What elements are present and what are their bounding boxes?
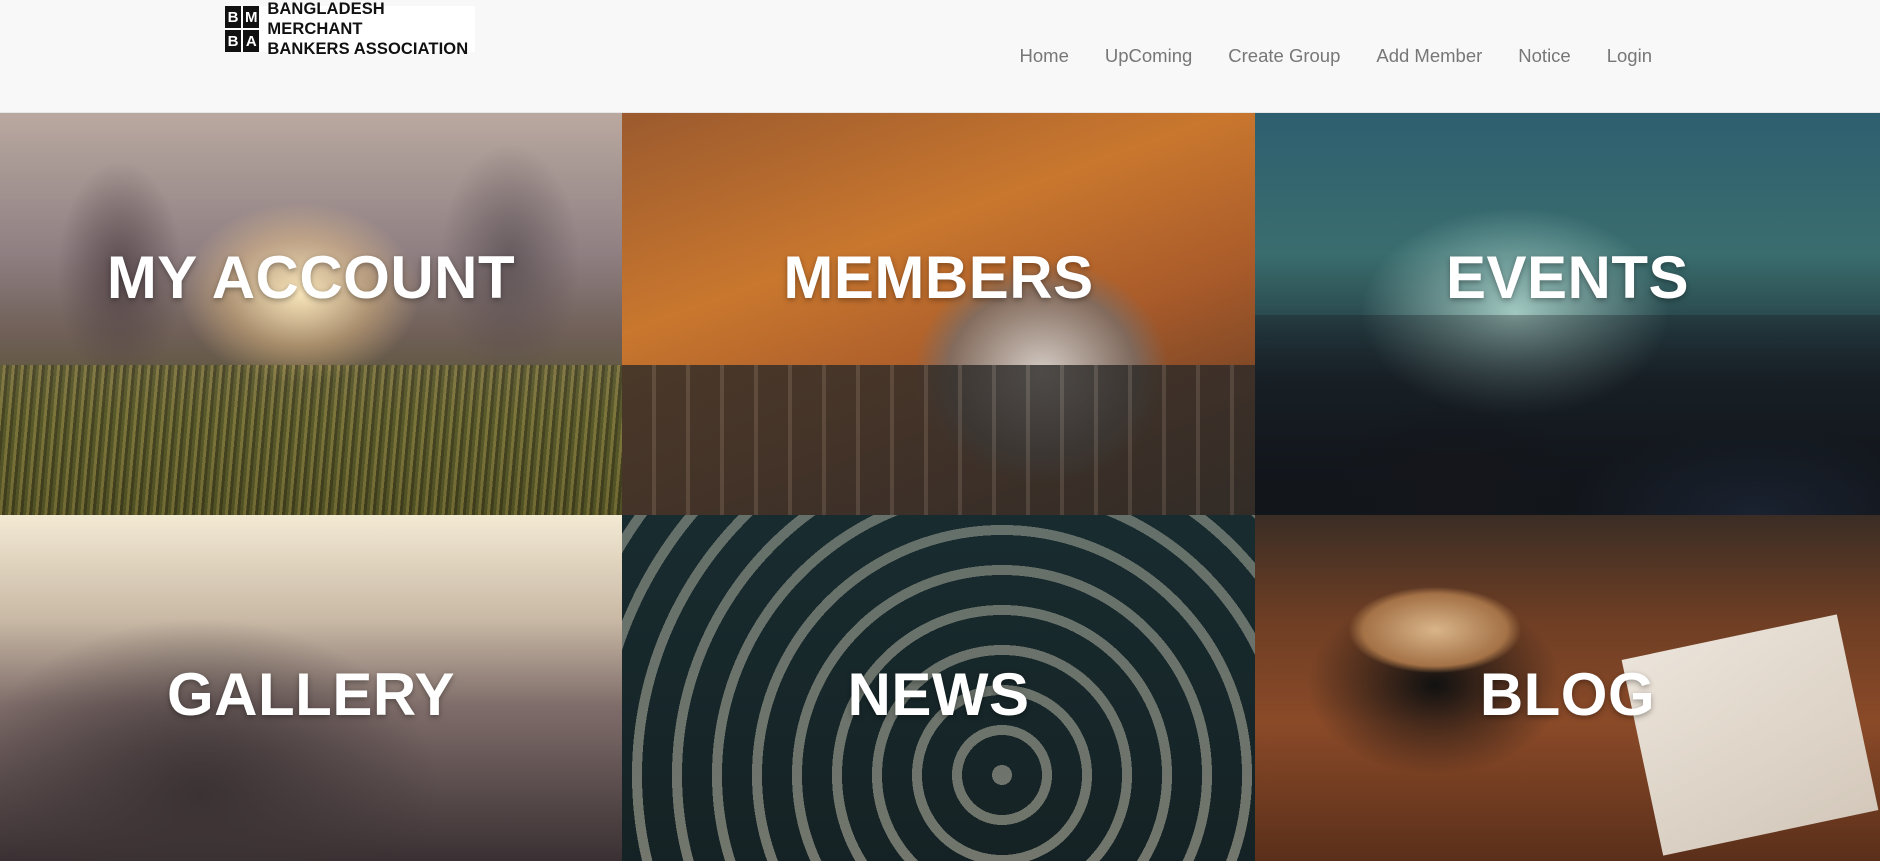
logo-mark-icon: B M B A bbox=[225, 6, 260, 52]
logo-text-line1: BANGLADESH MERCHANT bbox=[267, 0, 385, 38]
main-nav: Home UpComing Create Group Add Member No… bbox=[1002, 44, 1652, 68]
tile-label-news: NEWS bbox=[847, 661, 1030, 728]
tile-background-image bbox=[1255, 315, 1880, 515]
logo-text: BANGLADESH MERCHANT BANKERS ASSOCIATION bbox=[267, 0, 475, 59]
logo-text-line2: BANKERS ASSOCIATION bbox=[267, 40, 469, 58]
nav-notice[interactable]: Notice bbox=[1500, 44, 1588, 68]
tile-label-blog: BLOG bbox=[1479, 661, 1656, 728]
tile-label-my-account: MY ACCOUNT bbox=[106, 244, 516, 311]
tile-events[interactable]: EVENTS bbox=[1255, 113, 1880, 515]
site-header: B M B A BANGLADESH MERCHANT BANKERS ASSO… bbox=[0, 0, 1880, 113]
tile-members[interactable]: MEMBERS bbox=[622, 113, 1255, 515]
tile-grid: MY ACCOUNT MEMBERS EVENTS GALLERY NEWS B… bbox=[0, 113, 1880, 861]
tile-label-events: EVENTS bbox=[1445, 244, 1690, 311]
nav-home[interactable]: Home bbox=[1002, 44, 1087, 68]
tile-background-image bbox=[1621, 614, 1879, 856]
tile-label-gallery: GALLERY bbox=[167, 661, 455, 728]
nav-create-group[interactable]: Create Group bbox=[1210, 44, 1358, 68]
tile-news[interactable]: NEWS bbox=[622, 515, 1255, 861]
nav-upcoming[interactable]: UpComing bbox=[1087, 44, 1210, 68]
nav-add-member[interactable]: Add Member bbox=[1358, 44, 1500, 68]
tile-background-image bbox=[622, 365, 1255, 515]
tile-gallery[interactable]: GALLERY bbox=[0, 515, 622, 861]
nav-login[interactable]: Login bbox=[1589, 44, 1652, 68]
site-logo[interactable]: B M B A BANGLADESH MERCHANT BANKERS ASSO… bbox=[225, 0, 475, 58]
tile-background-image bbox=[0, 365, 622, 515]
tile-label-members: MEMBERS bbox=[783, 244, 1094, 311]
tile-my-account[interactable]: MY ACCOUNT bbox=[0, 113, 622, 515]
tile-blog[interactable]: BLOG bbox=[1255, 515, 1880, 861]
